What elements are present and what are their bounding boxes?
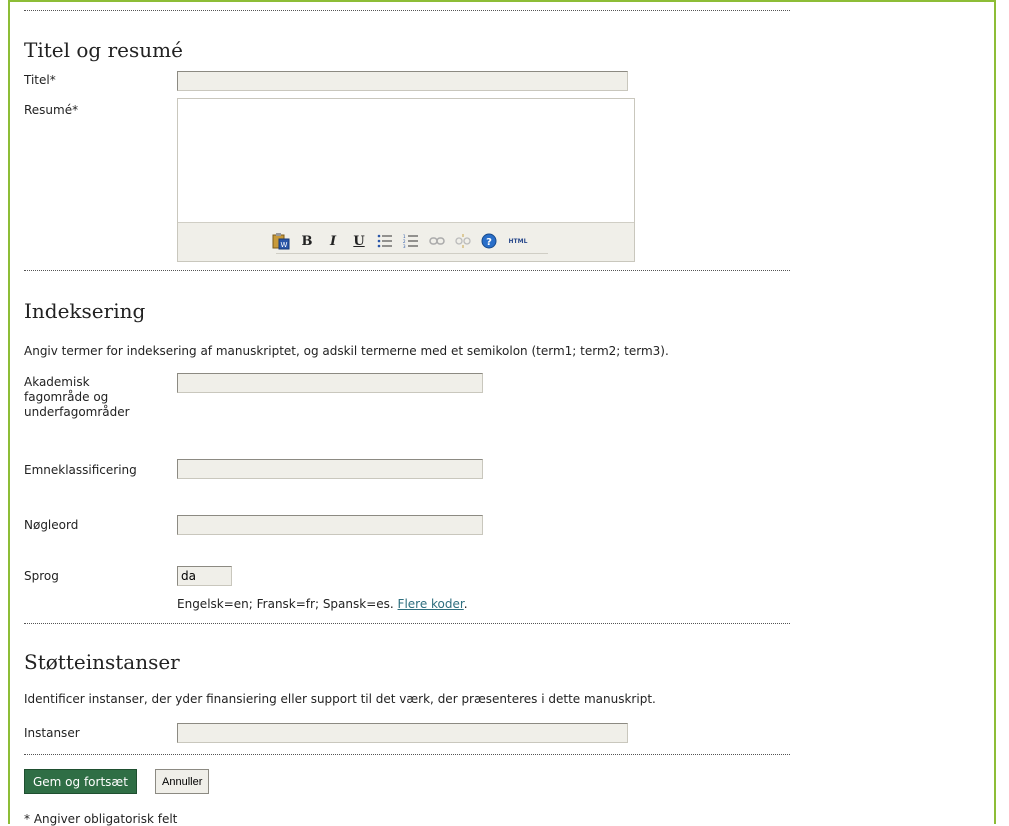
- html-icon[interactable]: HTML: [506, 232, 530, 250]
- section-divider: [24, 754, 790, 755]
- discipline-label: Akademisk fagområde og underfagområder: [24, 375, 130, 420]
- section-divider: [24, 270, 790, 271]
- abstract-editor: W B I U 123 ? HTML: [177, 98, 635, 262]
- discipline-label-line: underfagområder: [24, 405, 130, 419]
- section-heading-indexing: Indeksering: [24, 299, 146, 323]
- language-hint-text: Engelsk=en; Fransk=fr; Spansk=es.: [177, 597, 394, 611]
- svg-text:W: W: [281, 241, 288, 249]
- subject-classification-label: Emneklassificering: [24, 463, 137, 477]
- underline-button[interactable]: U: [350, 232, 368, 250]
- bullet-list-icon[interactable]: [376, 232, 394, 250]
- section-heading-title-abstract: Titel og resumé: [24, 38, 183, 62]
- toolbar-underline: [276, 253, 548, 254]
- agencies-input[interactable]: [177, 723, 628, 743]
- more-codes-link[interactable]: Flere koder: [398, 597, 464, 611]
- bold-button[interactable]: B: [298, 232, 316, 250]
- italic-button[interactable]: I: [324, 232, 342, 250]
- help-icon[interactable]: ?: [480, 232, 498, 250]
- abstract-textarea[interactable]: [178, 99, 634, 224]
- language-label: Sprog: [24, 569, 59, 583]
- keywords-input[interactable]: [177, 515, 483, 535]
- unlink-icon[interactable]: [454, 232, 472, 250]
- paste-word-icon[interactable]: W: [272, 232, 290, 250]
- svg-text:?: ?: [486, 237, 492, 248]
- subject-classification-input[interactable]: [177, 459, 483, 479]
- language-hint: Engelsk=en; Fransk=fr; Spansk=es. Flere …: [177, 597, 468, 611]
- section-heading-sponsors: Støtteinstanser: [24, 650, 180, 674]
- discipline-label-line: fagområde og: [24, 390, 109, 404]
- cancel-button[interactable]: Annuller: [155, 769, 210, 794]
- link-icon[interactable]: [428, 232, 446, 250]
- editor-toolbar: W B I U 123 ? HTML: [178, 222, 634, 261]
- title-label: Titel*: [24, 73, 56, 87]
- svg-text:3: 3: [403, 244, 406, 248]
- discipline-label-line: Akademisk: [24, 375, 90, 389]
- section-divider: [24, 623, 790, 624]
- save-continue-button[interactable]: Gem og fortsæt: [24, 769, 137, 794]
- abstract-label: Resumé*: [24, 103, 79, 117]
- title-input[interactable]: [177, 71, 628, 91]
- numbered-list-icon[interactable]: 123: [402, 232, 420, 250]
- language-input[interactable]: [177, 566, 232, 586]
- keywords-label: Nøgleord: [24, 518, 79, 532]
- discipline-input[interactable]: [177, 373, 483, 393]
- sponsors-description: Identificer instanser, der yder finansie…: [24, 692, 656, 706]
- agencies-label: Instanser: [24, 726, 80, 740]
- indexing-description: Angiv termer for indeksering af manuskri…: [24, 344, 669, 358]
- hint-period: .: [463, 597, 468, 611]
- section-divider: [24, 10, 790, 11]
